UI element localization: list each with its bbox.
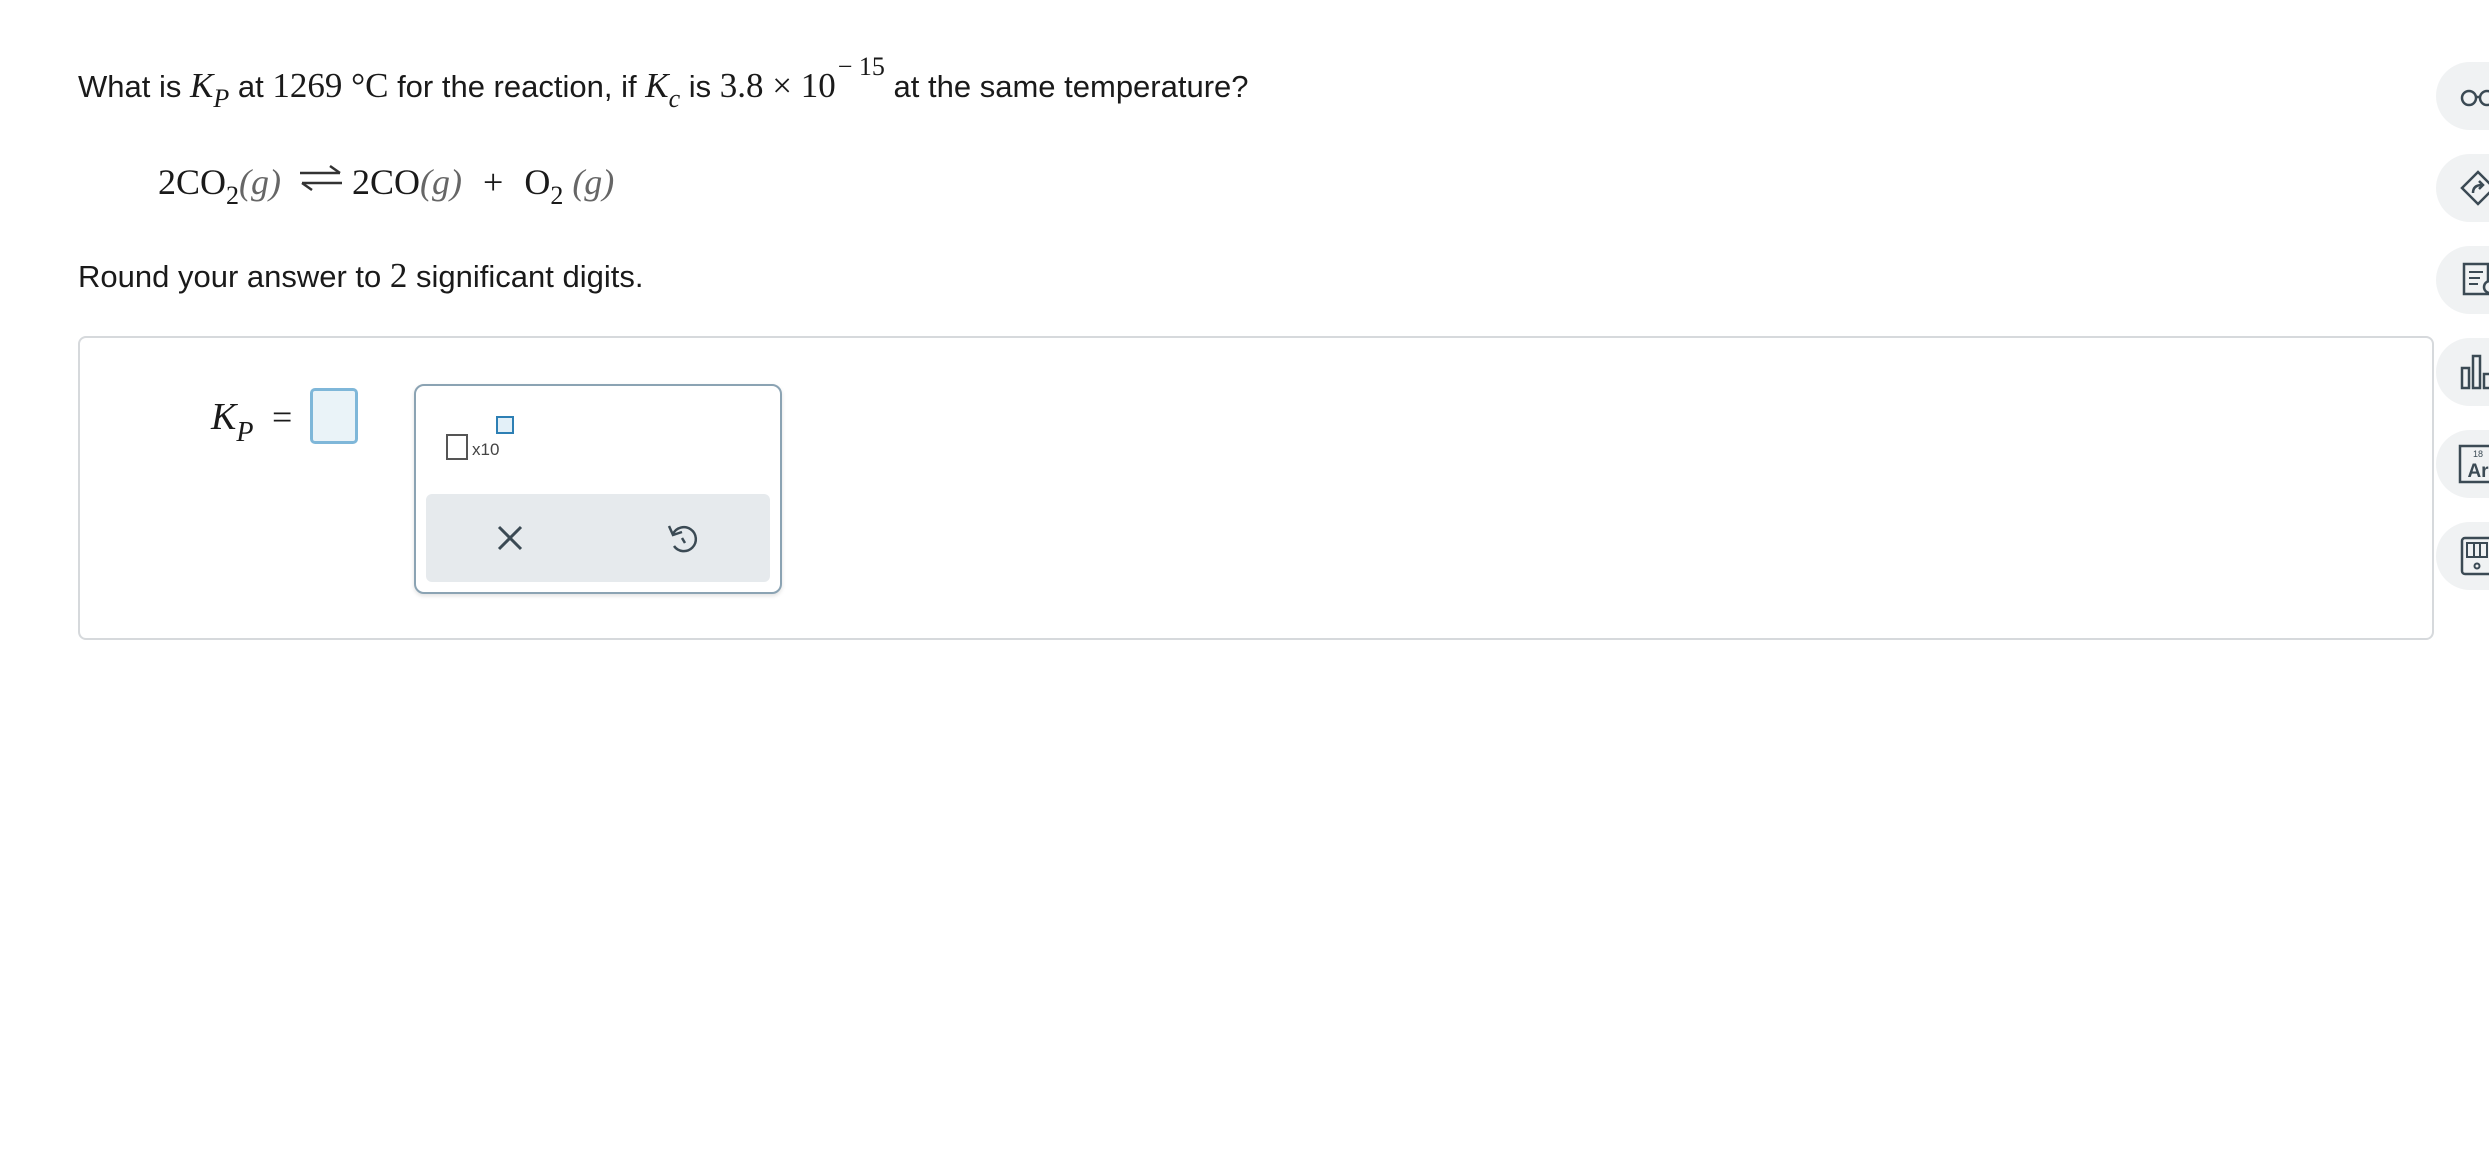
tag-tool-button[interactable] [2436,154,2489,222]
chemical-equation: 2CO2(g) 2CO(g) + O2 (g) [158,150,614,218]
rhs2-state: (g) [572,162,615,202]
notes-lightbulb-icon [2462,262,2489,296]
undo-button[interactable] [658,514,706,562]
kp-subscript: P [213,84,230,113]
periodic-number: 18 [2473,449,2483,459]
exponent-box-icon [496,416,514,434]
palette-action-bar [426,494,770,582]
answer-k-subscript: P [236,417,254,448]
kc-subscript: c [668,84,681,113]
rhs1-species: 2CO [352,162,421,202]
lhs-species: CO [176,162,227,202]
close-icon [497,525,523,551]
question-at: at [237,69,264,104]
question-for-text: for the reaction, if [397,69,637,104]
kc-exponent: − 15 [837,52,885,81]
calculator-icon [2460,536,2489,576]
equilibrium-arrow-icon [298,148,344,212]
undo-icon [667,525,698,553]
periodic-table-icon: 18 Ar [2458,444,2489,484]
notes-tool-button[interactable] [2436,246,2489,314]
mantissa-box-icon [446,434,468,460]
question-prefix: What is [78,69,182,104]
plus-sign: + [483,162,504,202]
glasses-tool-button[interactable] [2436,62,2489,130]
lhs-coefficient: 2 [158,162,176,202]
scientific-notation-button[interactable]: x10 [446,416,522,466]
bar-chart-icon [2460,354,2489,390]
answer-k-symbol: K [211,396,237,438]
answer-input[interactable] [310,388,358,444]
rounding-instruction: Round your answer to 2 significant digit… [78,248,643,305]
x10-label: x10 [472,440,500,459]
calculator-tool-button[interactable] [2436,522,2489,590]
lhs-state: (g) [239,162,281,202]
lhs-subscript: 2 [226,181,240,210]
rhs2-species: O [524,162,551,202]
answer-equals: = [272,397,293,437]
answer-label: KP [211,392,254,448]
significant-digits: 2 [389,256,408,295]
instruction-prefix: Round your answer to [78,259,382,294]
periodic-table-tool-button[interactable]: 18 Ar [2436,430,2489,498]
clear-button[interactable] [486,514,534,562]
chart-tool-button[interactable] [2436,338,2489,406]
math-palette: x10 [414,384,782,594]
rhs1-state: (g) [420,162,462,202]
kc-symbol: K [645,66,669,105]
periodic-symbol: Ar [2467,461,2489,482]
kp-symbol: K [189,66,214,105]
rhs2-subscript: 2 [550,181,564,210]
kc-mantissa: 3.8 × 10 [719,66,836,105]
temperature-value: 1269 °C [272,66,389,105]
question-is: is [688,69,712,104]
glasses-icon [2460,89,2489,107]
instruction-suffix: significant digits. [416,259,644,294]
question-text: What is KP at 1269 °C for the reaction, … [78,52,1249,117]
tag-arrow-icon [2460,170,2489,206]
question-suffix: at the same temperature? [893,69,1249,104]
